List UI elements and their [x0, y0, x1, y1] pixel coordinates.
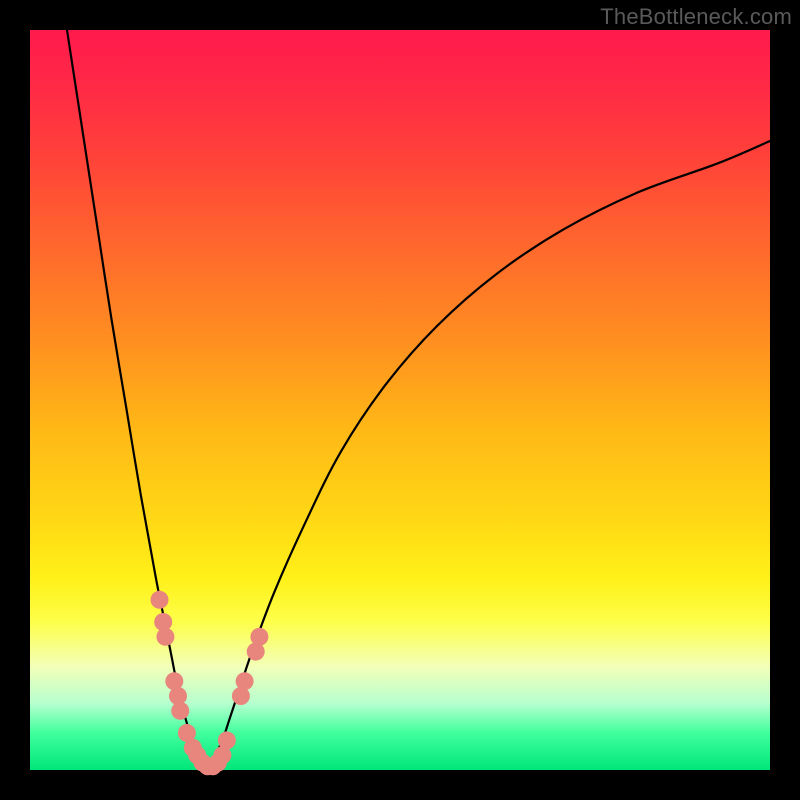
- chart-frame: TheBottleneck.com: [0, 0, 800, 800]
- marker-dot: [156, 628, 174, 646]
- chart-svg: [30, 30, 770, 770]
- curve-group: [67, 30, 770, 770]
- marker-dot: [151, 591, 169, 609]
- marker-dot: [250, 628, 268, 646]
- marker-dot: [171, 702, 189, 720]
- plot-area: [30, 30, 770, 770]
- watermark-text: TheBottleneck.com: [600, 4, 792, 30]
- marker-dot: [236, 672, 254, 690]
- marker-dot: [218, 731, 236, 749]
- curve-right-branch: [208, 141, 770, 770]
- marker-group: [151, 591, 269, 776]
- curve-left-branch: [67, 30, 208, 770]
